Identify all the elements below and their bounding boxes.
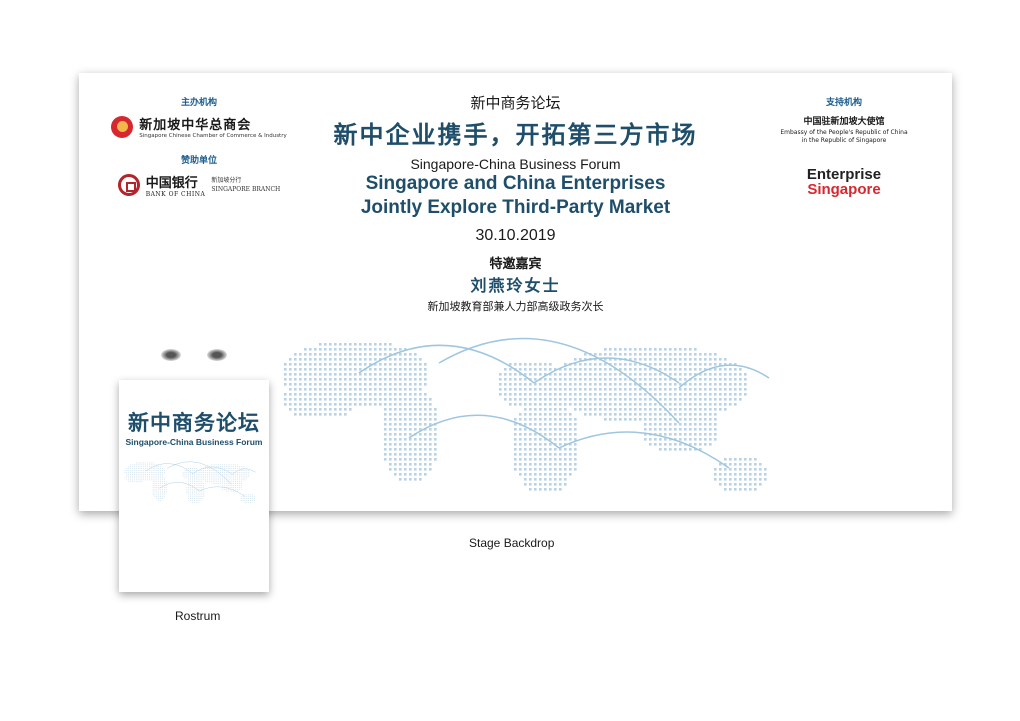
rostrum: 新中商务论坛 Singapore-China Business Forum (119, 380, 269, 592)
boc-branch-cn: 新加坡分行 (211, 177, 242, 184)
boc-branch-en: SINGAPORE BRANCH (211, 186, 281, 193)
backdrop-caption: Stage Backdrop (469, 536, 555, 550)
embassy-name-en: Embassy of the People's Republic of Chin… (780, 129, 908, 145)
headline-en-line2: Jointly Explore Third-Party Market (360, 197, 671, 218)
forum-title-en: Singapore-China Business Forum (410, 156, 621, 172)
rostrum-title-en: Singapore-China Business Forum (125, 437, 263, 447)
boc-name-en: BANK OF CHINA (145, 191, 206, 198)
guest-name: 刘燕玲女士 (470, 276, 561, 295)
forum-title-block: 新中商务论坛 新中企业携手，开拓第三方市场 Singapore-China Bu… (309, 92, 722, 314)
sccci-name-en: Singapore Chinese Chamber of Commerce & … (139, 133, 287, 139)
headline-cn: 新中企业携手，开拓第三方市场 (333, 120, 698, 149)
organizer-label: 主办机构 (180, 98, 217, 108)
boc-name-cn: 中国银行 (145, 176, 198, 191)
embassy-name-cn: 中国驻新加坡大使馆 (803, 117, 885, 127)
guest-title: 新加坡教育部兼人力部高级政务次长 (427, 300, 604, 313)
supporter-label: 支持机构 (825, 98, 862, 108)
event-date: 30.10.2019 (475, 227, 556, 244)
headline-en-line1: Singapore and China Enterprises (365, 173, 666, 194)
boc-emblem-icon (117, 174, 140, 196)
sccci-logo: 新加坡中华总商会 Singapore Chinese Chamber of Co… (109, 114, 289, 139)
rostrum-map-graphic (124, 461, 256, 503)
microphone-left-icon (161, 349, 181, 361)
microphone-right-icon (207, 349, 227, 361)
sccci-emblem-icon (111, 115, 134, 138)
enterprise-singapore-logo: Enterprise Singapore (806, 166, 882, 199)
guest-label: 特邀嘉宾 (489, 257, 542, 272)
world-map-graphic (284, 337, 770, 491)
rostrum-title-cn: 新中商务论坛 (128, 410, 260, 435)
sccci-name-cn: 新加坡中华总商会 (139, 118, 252, 133)
organizer-column: 主办机构 新加坡中华总商会 Singapore Chinese Chamber … (109, 95, 289, 212)
rostrum-caption: Rostrum (175, 609, 221, 623)
forum-title-cn: 新中商务论坛 (470, 94, 561, 112)
supporter-column: 支持机构 中国驻新加坡大使馆 Embassy of the People's R… (769, 95, 919, 197)
boc-logo: 中国银行 BANK OF CHINA 新加坡分行 SINGAPORE BRANC… (109, 172, 289, 198)
sponsor-label: 赞助单位 (180, 156, 217, 166)
